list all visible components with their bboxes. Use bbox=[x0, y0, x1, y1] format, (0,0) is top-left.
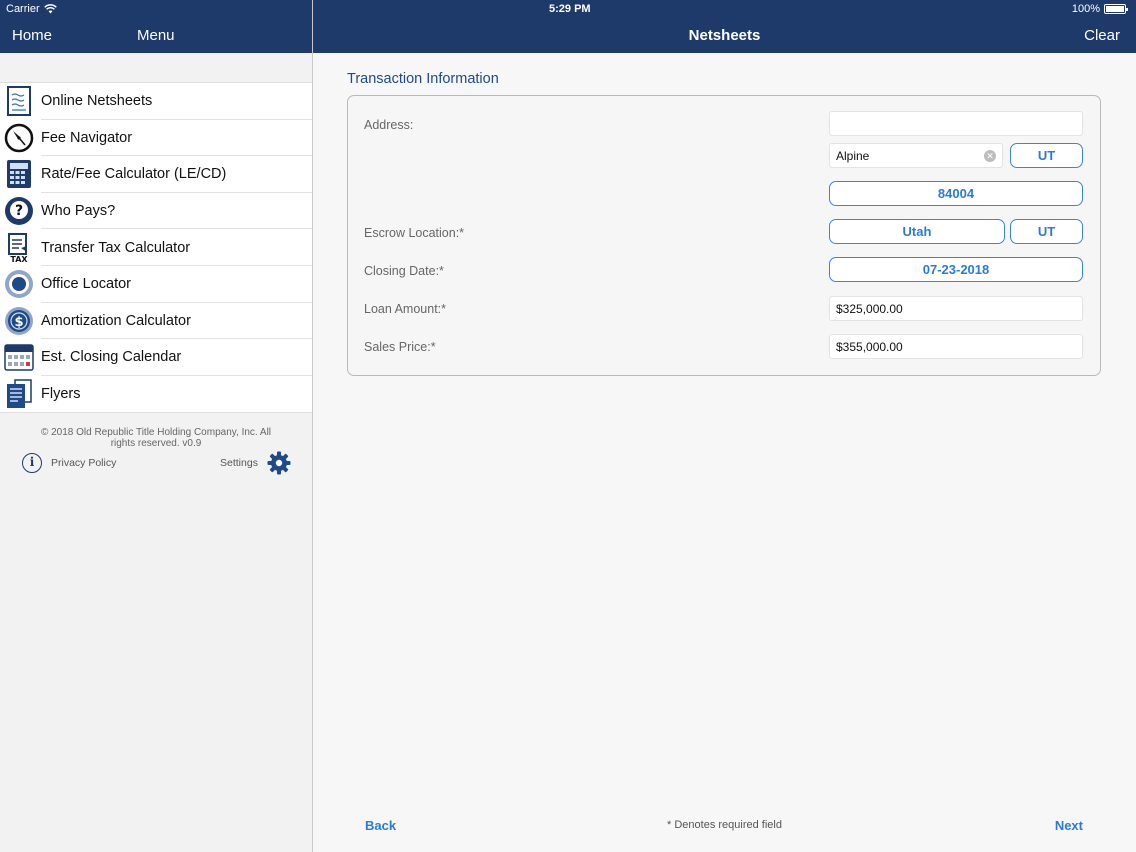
battery-label: 100% bbox=[1071, 3, 1100, 15]
menu-label: Office Locator bbox=[41, 276, 132, 293]
menu-item-who-pays[interactable]: ? Who Pays? bbox=[0, 193, 312, 230]
status-time: 5:29 PM bbox=[549, 3, 591, 15]
main-navbar: 5:29 PM 100% Netsheets Clear bbox=[313, 0, 1136, 53]
required-note: * Denotes required field bbox=[667, 819, 782, 831]
menu-item-fee-navigator[interactable]: Fee Navigator bbox=[0, 120, 312, 157]
copyright-text: © 2018 Old Republic Title Holding Compan… bbox=[40, 427, 272, 449]
svg-text:$: $ bbox=[14, 315, 23, 330]
status-carrier: Carrier bbox=[6, 3, 57, 15]
info-icon[interactable]: i bbox=[22, 453, 42, 473]
menu-list: Online Netsheets Fee Navigator Rate/Fee … bbox=[0, 82, 312, 414]
tax-document-icon: TAX bbox=[4, 232, 34, 263]
menu-item-office-locator[interactable]: Office Locator bbox=[0, 266, 312, 303]
transaction-card: Address: Alpine ✕ UT 84004 Escrow Locati… bbox=[347, 95, 1101, 376]
menu-item-amortization-calculator[interactable]: $ Amortization Calculator bbox=[0, 303, 312, 340]
menu-item-transfer-tax-calculator[interactable]: TAX Transfer Tax Calculator bbox=[0, 229, 312, 266]
sales-price-label: Sales Price:* bbox=[364, 340, 436, 354]
escrow-state-button[interactable]: UT bbox=[1010, 219, 1083, 244]
home-button[interactable]: Home bbox=[12, 27, 52, 44]
address-label: Address: bbox=[364, 118, 414, 132]
status-battery: 100% bbox=[1071, 3, 1128, 15]
calculator-icon bbox=[4, 159, 34, 189]
city-input[interactable]: Alpine ✕ bbox=[829, 143, 1003, 168]
menu-label: Est. Closing Calendar bbox=[41, 349, 182, 366]
question-circle-icon: ? bbox=[4, 196, 34, 226]
next-button[interactable]: Next bbox=[1055, 818, 1083, 833]
escrow-location-label: Escrow Location:* bbox=[364, 226, 465, 240]
dollar-circle-icon: $ bbox=[4, 306, 34, 336]
calendar-icon bbox=[4, 342, 34, 372]
gear-icon[interactable] bbox=[267, 451, 291, 475]
privacy-policy-link[interactable]: Privacy Policy bbox=[51, 457, 116, 469]
menu-item-flyers[interactable]: Flyers bbox=[0, 376, 312, 413]
menu-label: Online Netsheets bbox=[41, 93, 153, 110]
menu-title: Menu bbox=[137, 27, 175, 44]
svg-text:TAX: TAX bbox=[10, 255, 28, 263]
page-title: Netsheets bbox=[688, 27, 761, 44]
zip-button[interactable]: 84004 bbox=[829, 181, 1083, 206]
menu-item-rate-fee-calculator[interactable]: Rate/Fee Calculator (LE/CD) bbox=[0, 156, 312, 193]
menu-label: Fee Navigator bbox=[41, 129, 133, 146]
battery-icon bbox=[1104, 4, 1128, 14]
footer-links: i Privacy Policy Settings bbox=[22, 451, 292, 475]
menu-label: Rate/Fee Calculator (LE/CD) bbox=[41, 166, 227, 183]
menu-item-online-netsheets[interactable]: Online Netsheets bbox=[0, 83, 312, 120]
escrow-location-button[interactable]: Utah bbox=[829, 219, 1005, 244]
closing-date-label: Closing Date:* bbox=[364, 264, 444, 278]
compass-icon bbox=[4, 123, 34, 153]
menu-item-est-closing-calendar[interactable]: Est. Closing Calendar bbox=[0, 339, 312, 376]
sidebar-navbar: Carrier Home Menu bbox=[0, 0, 312, 53]
sidebar: Online Netsheets Fee Navigator Rate/Fee … bbox=[0, 53, 312, 852]
sales-price-input[interactable]: $355,000.00 bbox=[829, 334, 1083, 359]
menu-label: Who Pays? bbox=[41, 203, 116, 220]
loan-amount-input[interactable]: $325,000.00 bbox=[829, 296, 1083, 321]
svg-text:?: ? bbox=[15, 203, 23, 219]
menu-label: Transfer Tax Calculator bbox=[41, 239, 191, 256]
clear-field-icon[interactable]: ✕ bbox=[984, 150, 996, 162]
location-target-icon bbox=[4, 269, 34, 299]
main-content: Transaction Information Address: Alpine … bbox=[313, 53, 1136, 852]
carrier-label: Carrier bbox=[6, 3, 40, 15]
city-value: Alpine bbox=[836, 148, 870, 163]
clear-button[interactable]: Clear bbox=[1084, 27, 1120, 44]
section-title: Transaction Information bbox=[347, 71, 499, 87]
menu-label: Flyers bbox=[41, 386, 81, 403]
netsheet-document-icon bbox=[4, 86, 34, 117]
settings-link[interactable]: Settings bbox=[220, 457, 258, 469]
flyers-icon bbox=[4, 379, 34, 409]
address-input[interactable] bbox=[829, 111, 1083, 136]
menu-label: Amortization Calculator bbox=[41, 312, 191, 329]
city-state-button[interactable]: UT bbox=[1010, 143, 1083, 168]
loan-amount-label: Loan Amount:* bbox=[364, 302, 447, 316]
wifi-icon bbox=[43, 4, 57, 14]
closing-date-button[interactable]: 07-23-2018 bbox=[829, 257, 1083, 282]
